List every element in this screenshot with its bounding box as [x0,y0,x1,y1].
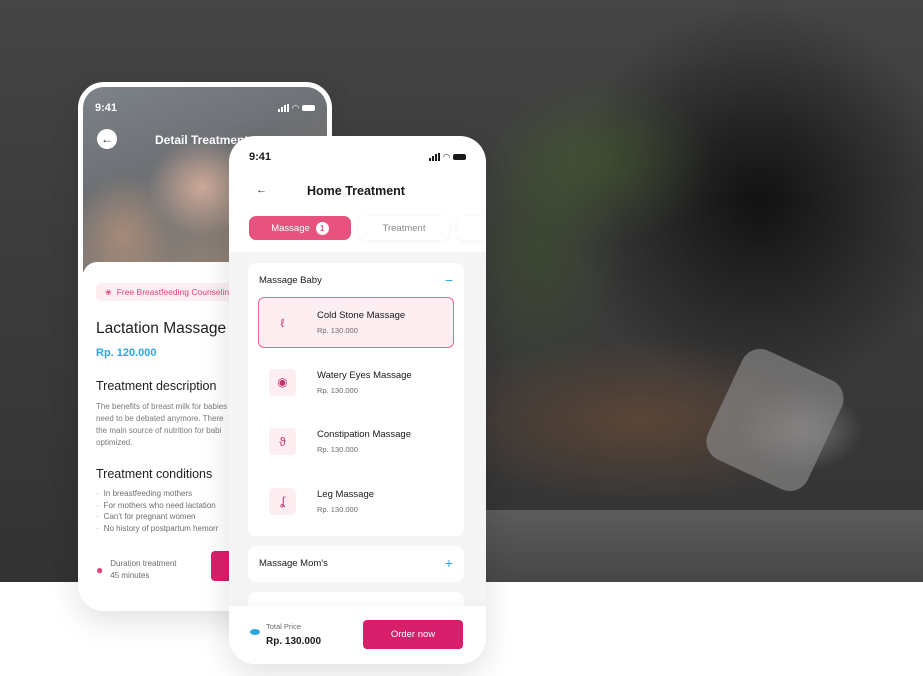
tab-label: Treatment [382,222,426,234]
order-now-button[interactable]: Order now [363,620,463,649]
wifi-icon: ◠ [292,102,299,113]
collapse-icon[interactable]: − [445,273,453,287]
home-treatment-phone: 9:41 ◠ ← Home Treatment Massage 1 Treatm… [229,136,486,664]
group-header[interactable]: Massage Mom's + [248,546,464,580]
status-bar: 9:41 ◠ [229,142,486,172]
duration-label: Duration treatment [110,559,177,568]
leg-icon: ʆ [269,487,296,515]
item-name: Cold Stone Massage [317,310,406,321]
arrow-left-icon: ← [101,132,113,146]
group-header[interactable]: Massage Baby − [248,263,464,297]
checkout-bar: Total Price Rp. 130.000 Order now [229,606,486,664]
item-name: Leg Massage [317,488,375,500]
treatment-list: Massage Baby − ℓ Cold Stone Massage Rp. … [229,252,486,612]
list-item[interactable]: ϑ Constipation Massage Rp. 130.000 [258,416,454,467]
signal-icon [429,153,441,161]
stomach-icon: ϑ [269,428,296,456]
item-price: Rp. 130.000 [317,504,358,514]
photo-towel [699,342,851,498]
duration-info: ● Duration treatment 45 minutes [96,558,177,582]
duration-value: 45 minutes [110,571,150,580]
group-title: Massage Mom's [259,557,328,569]
status-time: 9:41 [95,102,118,114]
list-item[interactable]: ʆ Leg Massage Rp. 130.000 [258,476,454,527]
group-massage-mom[interactable]: Massage Mom's + [248,546,464,582]
tab-label: Massage [271,222,310,234]
page-title: Home Treatment [307,184,405,198]
item-name: Watery Eyes Massage [317,369,412,381]
total-price-value: Rp. 130.000 [266,636,322,647]
back-button[interactable]: ← [97,129,117,149]
battery-icon [302,105,315,111]
tab-treatment[interactable]: Treatment [359,216,449,240]
paw-icon: ❀ [105,287,112,297]
wifi-icon: ◠ [443,151,450,162]
signal-icon [278,104,290,112]
status-bar: 9:41 ◠ [83,93,327,123]
eye-icon: ◉ [269,368,296,396]
battery-icon [453,154,466,160]
therapist-icon: ● [96,563,104,577]
promo-label: Free Breastfeeding Counseling [116,287,234,297]
count-badge: 1 [315,221,329,235]
category-tabs: Massage 1 Treatment [249,216,486,240]
list-item[interactable]: ℓ Cold Stone Massage Rp. 130.000 [258,297,454,348]
arrow-left-icon: ← [256,184,267,196]
item-price: Rp. 130.000 [317,445,358,455]
tab-massage[interactable]: Massage 1 [249,216,351,240]
item-price: Rp. 130.000 [317,385,358,395]
back-button[interactable]: ← [256,184,267,196]
group-massage-baby: Massage Baby − ℓ Cold Stone Massage Rp. … [248,263,464,536]
total-price-label: Total Price [266,622,302,631]
photo-massage-table [480,510,923,582]
nose-icon: ℓ [280,315,285,330]
expand-icon[interactable]: + [445,556,453,570]
item-name: Constipation Massage [317,429,411,441]
status-time: 9:41 [249,151,272,163]
tab-more[interactable] [457,216,486,240]
coin-icon [250,629,260,635]
group-title: Massage Baby [259,274,322,286]
item-price: Rp. 130.000 [317,326,358,335]
list-item[interactable]: ◉ Watery Eyes Massage Rp. 130.000 [258,357,454,408]
